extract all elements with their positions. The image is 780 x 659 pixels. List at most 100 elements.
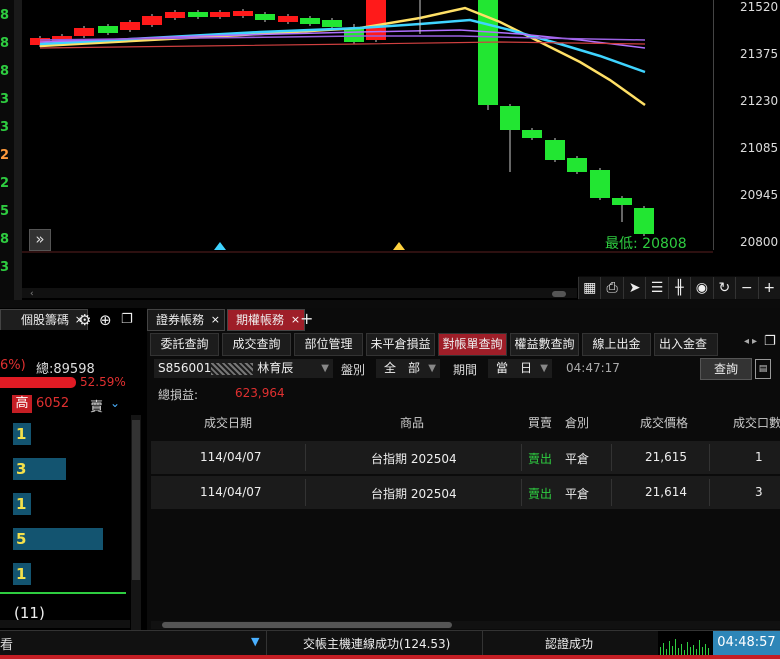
high-value: 6052 [36,396,70,411]
candle-body [522,130,542,138]
quote-qty: 1 [13,423,31,445]
ratio-percent: 52.59% [80,375,126,389]
eye-icon[interactable]: ◉ [690,277,713,299]
refresh-icon[interactable]: ↻ [712,277,736,299]
table-row[interactable]: 114/04/07 台指期 202504 賣出 平倉 21,615 1 [151,441,780,476]
column-header-price[interactable]: 成交價格 [640,414,688,431]
subtab-trade-query[interactable]: 成交查詢 [222,333,291,356]
left-number-strip: 8 8 8 3 3 2 2 5 8 3 [0,0,14,300]
tab-securities-account[interactable]: 證券帳務 × [147,309,226,331]
scroll-left-icon[interactable]: ◂ [744,336,749,347]
chart-horizontal-scrollbar[interactable] [22,288,577,298]
column-header-product[interactable]: 商品 [400,414,424,431]
cell-side: 賣出 [528,487,553,501]
scroll-right-icon[interactable]: ▸ [752,336,757,347]
candle-body [233,11,253,16]
candle-body [165,12,185,18]
tab-futures-account[interactable]: 期權帳務 × [227,309,306,331]
account-select[interactable]: S856001 林育辰 ▼ [154,359,333,378]
price-axis-label: 20800 [740,235,779,249]
divider-line [0,592,126,594]
quote-qty: 5 [13,528,103,550]
add-circle-icon[interactable]: ⊕ [99,311,112,329]
column-header-qty[interactable]: 成交口數 [733,414,780,431]
market-select[interactable]: 全 部 ▼ [376,359,440,378]
query-button[interactable]: 查詢 [700,358,752,380]
table-icon[interactable]: ▦ [578,277,601,299]
candle-body [567,158,587,172]
subtab-open-pnl[interactable]: 未平倉損益 [366,333,435,356]
tab-stock-chips[interactable]: 個股籌碼 × [0,309,88,330]
quote-qty: 1 [13,563,31,585]
tab-label: 期權帳務 [236,313,285,327]
candle-body [210,12,230,17]
cell-price: 21,615 [645,450,687,464]
chart-scroll-thumb[interactable] [552,291,566,297]
left-strip-number: 3 [0,260,10,275]
market-value: 全 部 [384,361,421,375]
chevron-down-icon: ▼ [428,363,436,374]
total-pnl-value: 623,964 [235,386,285,400]
column-header-side[interactable]: 買賣 [528,414,552,431]
left-horizontal-scrollbar[interactable] [0,620,130,628]
period-select[interactable]: 當 日 ▼ [488,359,552,378]
connection-status: 交帳主機連線成功(124.53) [303,637,451,651]
quote-row: 5 [0,522,128,555]
left-vertical-scrollbar[interactable] [14,0,22,300]
candlestick-icon[interactable]: ╫ [667,277,691,299]
window-icon[interactable]: ❐ [764,334,776,349]
close-icon[interactable]: × [211,310,220,330]
add-tab-button[interactable]: + [300,309,313,328]
window-icon[interactable]: ❐ [121,312,133,327]
cell-date: 114/04/07 [200,450,262,464]
price-chart[interactable] [0,0,780,300]
left-strip-number: 2 [0,176,10,191]
cell-price: 21,614 [645,485,687,499]
sell-dropdown-label[interactable]: 賣 [90,396,103,415]
column-header-date[interactable]: 成交日期 [204,414,252,431]
period-label: 期間 [453,363,478,377]
triangle-down-icon[interactable]: ▼ [251,635,259,648]
left-strip-number: 8 [0,8,10,23]
gear-icon[interactable]: ⚙ [78,311,91,329]
candle-body [500,106,520,130]
chevron-down-icon[interactable]: ⌄ [110,396,120,410]
print-icon[interactable]: ⎙ [600,277,623,299]
account-number: S856001 [158,361,212,375]
subtab-position-mgmt[interactable]: 部位管理 [294,333,363,356]
candle-body [590,170,610,198]
list-icon[interactable]: ☰ [645,277,668,299]
quote-qty: 1 [13,493,31,515]
candle-body [612,198,632,205]
minus-icon[interactable]: − [735,277,758,299]
cell-qty: 3 [755,485,763,499]
quote-qty: 3 [13,458,66,480]
subtab-order-query[interactable]: 委託查詢 [150,333,219,356]
close-icon[interactable]: × [291,310,300,330]
tab-stock-chips-label: 個股籌碼 [21,313,70,327]
price-axis-label: 21230 [740,94,779,108]
cursor-icon[interactable]: ➤ [622,277,646,299]
left-panel-scroll-thumb[interactable] [132,420,140,580]
chevron-down-icon: ▼ [540,363,548,374]
expand-panel-button[interactable]: » [29,229,51,251]
subtab-online-withdraw[interactable]: 線上出金 [582,333,651,356]
column-header-position[interactable]: 倉別 [565,414,589,431]
candle-body [142,16,162,25]
pane-divider[interactable] [0,300,780,308]
subtab-statement-query[interactable]: 對帳單查詢 [438,333,507,356]
cell-date: 114/04/07 [200,485,262,499]
plus-icon[interactable]: + [757,277,780,299]
scroll-left-arrow-icon[interactable]: ‹ [30,289,34,299]
candle-body [74,28,94,36]
account-tabs: 證券帳務 × 期權帳務 × [147,309,307,331]
subtab-deposit-withdraw[interactable]: 出入金查 [654,333,718,356]
export-excel-icon[interactable]: ▤ [755,359,771,379]
table-row[interactable]: 114/04/07 台指期 202504 賣出 平倉 21,614 3 [151,476,780,511]
subtab-equity-query[interactable]: 權益數查詢 [510,333,579,356]
table-scroll-thumb[interactable] [162,622,452,628]
quote-row: 1 [0,417,128,450]
quote-row: 1 [0,487,128,520]
status-separator [266,631,267,655]
left-strip-number: 8 [0,64,10,79]
